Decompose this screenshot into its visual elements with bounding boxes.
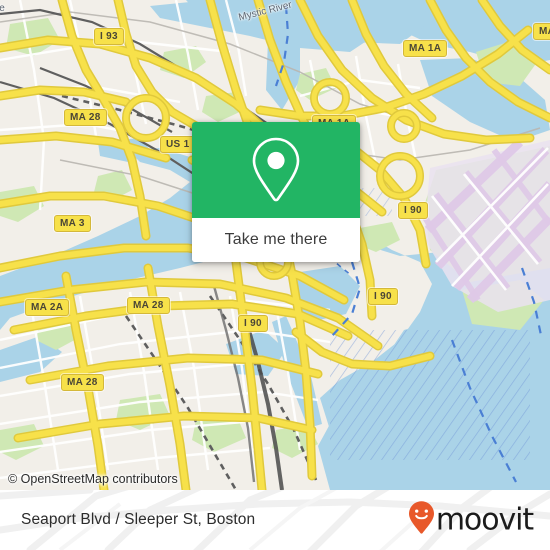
highway-shield: I 90 xyxy=(398,202,428,219)
moovit-wordmark: moovit xyxy=(435,502,534,537)
map-place-label: le xyxy=(0,3,5,14)
place-card-image xyxy=(192,122,360,218)
highway-shield: MA 3 xyxy=(533,23,550,40)
place-card-footer[interactable]: Take me there xyxy=(192,218,360,262)
highway-shield: MA 3 xyxy=(54,215,91,232)
osm-attribution[interactable]: © OpenStreetMap contributors xyxy=(8,472,178,486)
map-pin-icon xyxy=(248,135,304,205)
highway-shield: I 93 xyxy=(94,28,124,45)
highway-shield: MA 2A xyxy=(25,299,70,316)
highway-shield: MA 28 xyxy=(61,374,104,391)
take-me-there-label: Take me there xyxy=(224,231,328,248)
moovit-smiley-pin-icon xyxy=(408,501,435,540)
moovit-station-page: I 93MA 1AMA 28MA 1AMA 3US 1MA 3I 90MA 2A… xyxy=(0,0,550,550)
highway-shield: MA 28 xyxy=(127,297,170,314)
bottom-info-bar: Seaport Blvd / Sleeper St, Boston moovit xyxy=(0,490,550,550)
highway-shield: MA 28 xyxy=(64,109,107,126)
map-canvas[interactable]: I 93MA 1AMA 28MA 1AMA 3US 1MA 3I 90MA 2A… xyxy=(0,0,550,490)
highway-shield: MA 1A xyxy=(403,40,448,57)
moovit-logo[interactable]: moovit xyxy=(408,501,534,540)
highway-shield: I 90 xyxy=(238,315,268,332)
highway-shield: US 1 xyxy=(160,136,196,153)
place-card[interactable]: Take me there xyxy=(192,122,360,262)
highway-shield: I 90 xyxy=(368,288,398,305)
station-title: Seaport Blvd / Sleeper St, Boston xyxy=(21,511,256,528)
